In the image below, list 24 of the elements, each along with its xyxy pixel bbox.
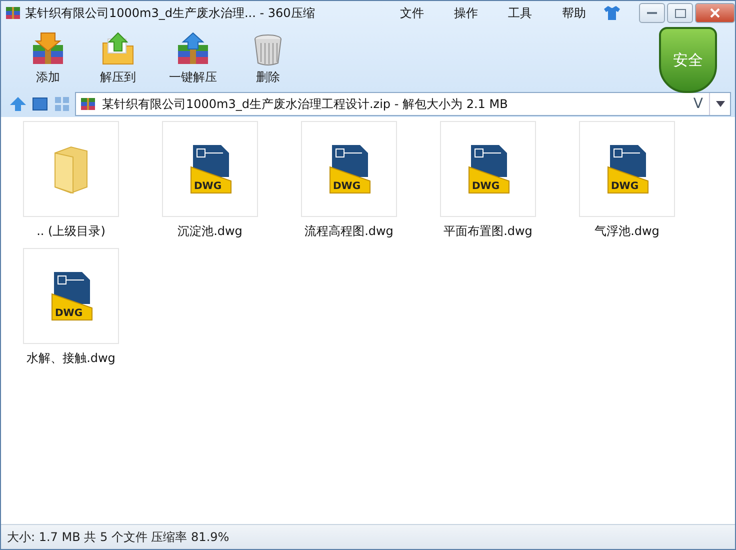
menu-item[interactable]: 操作 (441, 4, 491, 22)
toolbar-button[interactable]: 添加 (13, 30, 83, 86)
archive-down-arrow-icon (30, 30, 66, 66)
close-icon (710, 8, 720, 18)
folder-up-arrow-icon (100, 30, 136, 66)
caret-icon (716, 101, 724, 107)
toolbar-button[interactable]: 删除 (233, 30, 303, 86)
status-bar: 大小: 1.7 MB 共 5 个文件 压缩率 81.9% (1, 524, 735, 549)
archive-up-arrow-icon (175, 30, 211, 66)
menu-item[interactable]: 帮助 (549, 4, 599, 22)
archive-icon (80, 96, 96, 112)
shirt-icon[interactable] (603, 5, 621, 21)
window-title: 某针织有限公司1000m3_d生产废水治理... - 360压缩 (25, 4, 315, 22)
menu-item[interactable]: 工具 (495, 4, 545, 22)
maximize-button[interactable] (667, 3, 693, 23)
menu-item[interactable]: 文件 (387, 4, 437, 22)
minimize-button[interactable] (639, 3, 665, 23)
close-button[interactable] (695, 3, 735, 23)
address-field[interactable]: 某针织有限公司1000m3_d生产废水治理工程设计.zip - 解包大小为 2.1 MB V (75, 92, 731, 116)
large-icons-view-icon[interactable] (31, 95, 49, 113)
toolbar-button[interactable]: 解压到 (83, 30, 153, 86)
up-arrow-icon[interactable] (9, 95, 27, 113)
archive-icon (5, 5, 21, 21)
toolbar-button[interactable]: 一键解压 (153, 30, 233, 86)
